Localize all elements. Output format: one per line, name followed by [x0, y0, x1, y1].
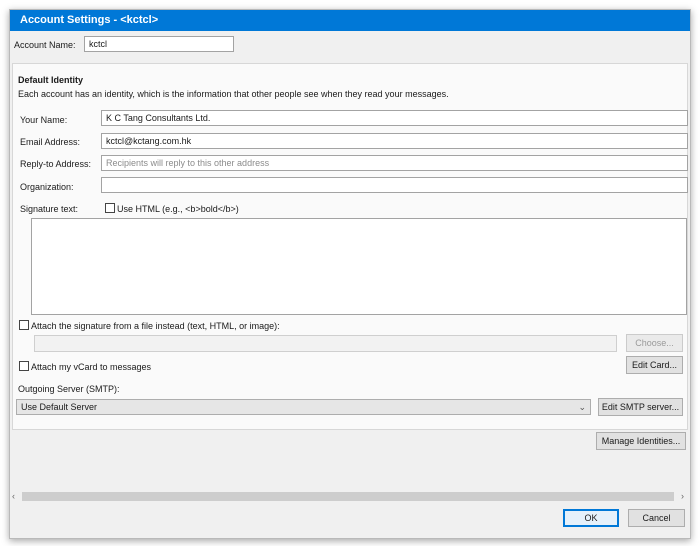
- default-identity-heading: Default Identity: [18, 75, 84, 85]
- attach-signature-checkbox[interactable]: [19, 320, 29, 330]
- chevron-down-icon: ⌄: [578, 402, 586, 412]
- dialog-title: Account Settings - <kctcl>: [10, 10, 690, 31]
- use-html-checkbox[interactable]: [105, 203, 115, 213]
- email-address-label: Email Address:: [20, 137, 81, 147]
- organization-field[interactable]: [101, 177, 688, 193]
- account-name-field[interactable]: kctcl: [84, 36, 234, 52]
- scroll-left-icon[interactable]: ‹: [12, 490, 15, 503]
- smtp-server-select[interactable]: Use Default Server ⌄: [16, 399, 591, 415]
- signature-text-area[interactable]: [31, 218, 687, 315]
- identity-description: Each account has an identity, which is t…: [18, 89, 449, 99]
- manage-identities-button[interactable]: Manage Identities...: [596, 432, 686, 450]
- attach-signature-label[interactable]: Attach the signature from a file instead…: [31, 320, 280, 332]
- reply-to-label: Reply-to Address:: [20, 159, 92, 169]
- attach-vcard-checkbox[interactable]: [19, 361, 29, 371]
- attach-vcard-label[interactable]: Attach my vCard to messages: [31, 361, 151, 373]
- account-name-label: Account Name:: [14, 40, 76, 50]
- email-address-field[interactable]: kctcl@kctang.com.hk: [101, 133, 688, 149]
- edit-card-button[interactable]: Edit Card...: [626, 356, 683, 374]
- horizontal-scrollbar[interactable]: ‹ ›: [10, 490, 690, 503]
- your-name-field[interactable]: K C Tang Consultants Ltd.: [101, 110, 688, 126]
- smtp-server-selected: Use Default Server: [21, 402, 98, 412]
- your-name-label: Your Name:: [20, 115, 68, 125]
- ok-button[interactable]: OK: [563, 509, 619, 527]
- outgoing-server-label: Outgoing Server (SMTP):: [18, 384, 120, 394]
- scrollbar-thumb[interactable]: [22, 492, 674, 501]
- cancel-button[interactable]: Cancel: [628, 509, 685, 527]
- choose-file-button[interactable]: Choose...: [626, 334, 683, 352]
- reply-to-field[interactable]: Recipients will reply to this other addr…: [101, 155, 688, 171]
- scroll-right-icon[interactable]: ›: [681, 490, 684, 503]
- edit-smtp-server-button[interactable]: Edit SMTP server...: [598, 398, 683, 416]
- signature-file-path-field: [34, 335, 617, 352]
- signature-text-label: Signature text:: [20, 204, 79, 214]
- account-settings-dialog: Account Settings - <kctcl> Account Name:…: [9, 9, 691, 539]
- organization-label: Organization:: [20, 182, 74, 192]
- use-html-label[interactable]: Use HTML (e.g., <b>bold</b>): [117, 203, 239, 215]
